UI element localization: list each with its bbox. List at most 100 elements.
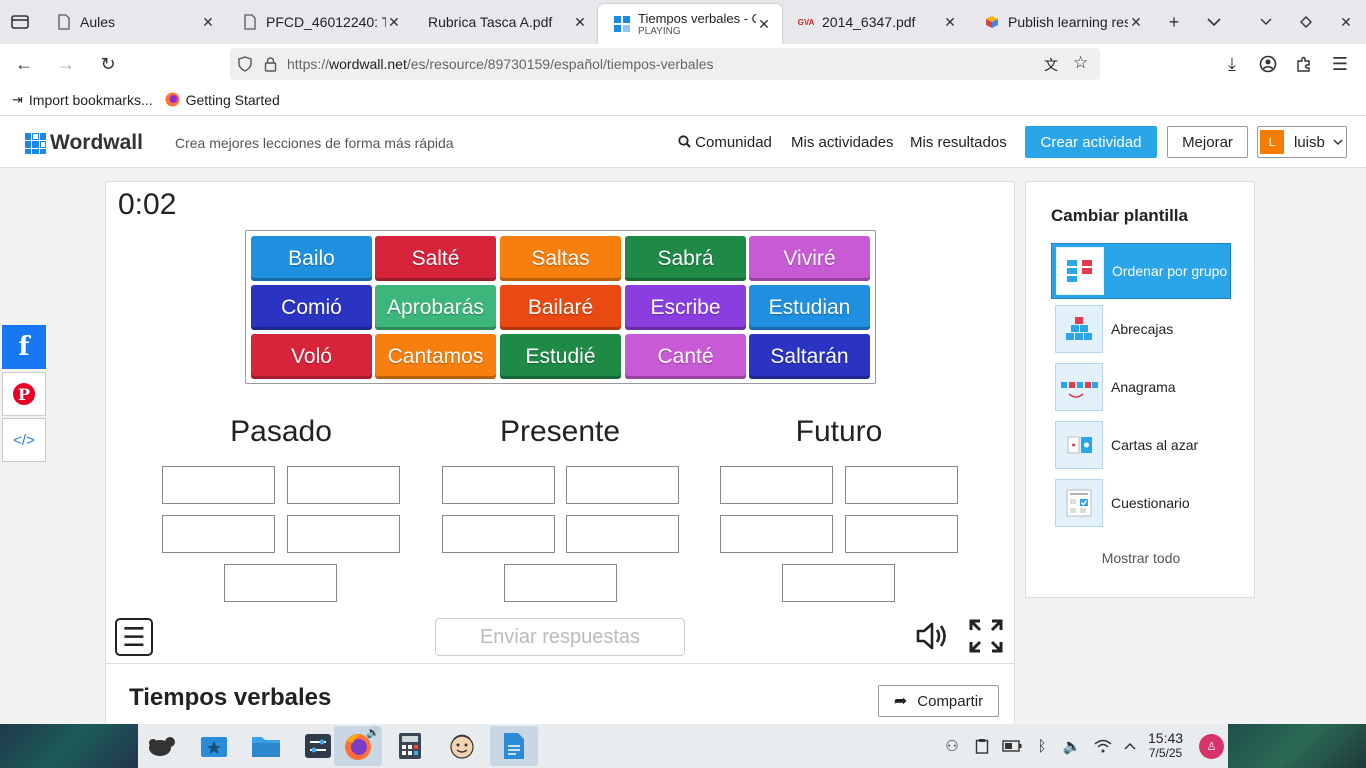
game-menu-button[interactable]: ☰ [115, 618, 153, 656]
drop-slot[interactable] [845, 466, 958, 504]
battery-icon[interactable] [1000, 734, 1024, 758]
maximize-button[interactable] [1286, 0, 1326, 44]
task-app-firefox[interactable]: 🔊 [334, 726, 382, 766]
word-tile[interactable]: Saltas [500, 236, 621, 281]
template-anagrama[interactable]: Anagrama [1051, 359, 1231, 415]
drop-slot[interactable] [782, 564, 895, 602]
account-button[interactable] [1250, 46, 1286, 82]
wifi-icon[interactable] [1091, 734, 1115, 758]
app-launcher-button[interactable] [138, 726, 186, 766]
template-abrecajas[interactable]: Abrecajas [1051, 301, 1231, 357]
word-tile[interactable]: Cantamos [375, 334, 496, 379]
drop-slot[interactable] [287, 466, 400, 504]
tab-overview-button[interactable] [0, 0, 40, 44]
drop-slot[interactable] [162, 515, 275, 553]
drop-slot[interactable] [224, 564, 337, 602]
star-icon[interactable]: ☆ [1073, 53, 1088, 73]
wordwall-logo[interactable]: Wordwall [25, 131, 143, 155]
template-ordenar-por-grupo[interactable]: Ordenar por grupo [1051, 243, 1231, 299]
tab-2014-pdf[interactable]: GVA 2014_6347.pdf ✕ [782, 0, 968, 44]
tab-aules[interactable]: Aules ✕ [40, 0, 226, 44]
drop-slot[interactable] [442, 515, 555, 553]
pinterest-share-button[interactable]: P [2, 372, 46, 416]
my-results-link[interactable]: Mis resultados [910, 134, 1007, 151]
sound-button[interactable] [914, 618, 950, 654]
close-icon[interactable]: ✕ [572, 14, 588, 31]
word-tile[interactable]: Escribe [625, 285, 746, 330]
back-button[interactable]: ← [6, 46, 42, 82]
reload-button[interactable]: ↻ [90, 46, 126, 82]
tab-rubrica[interactable]: Rubrica Tasca A.pdf ✕ [412, 0, 598, 44]
forward-button[interactable]: → [48, 46, 84, 82]
downloads-button[interactable]: ⤓ [1214, 46, 1250, 82]
user-switcher-icon[interactable]: ♙ [1199, 734, 1224, 759]
word-tile[interactable]: Viviré [749, 236, 870, 281]
share-button[interactable]: ➦ Compartir [878, 685, 999, 717]
drop-slot[interactable] [566, 466, 679, 504]
drop-slot[interactable] [720, 466, 833, 504]
word-tile[interactable]: Voló [251, 334, 372, 379]
create-activity-button[interactable]: Crear actividad [1025, 126, 1157, 158]
url-text[interactable]: https://wordwall.net/es/resource/8973015… [287, 56, 714, 72]
system-clock[interactable]: 15:43 7/5/25 [1148, 731, 1183, 759]
template-cuestionario[interactable]: Cuestionario [1051, 475, 1231, 531]
close-window-button[interactable]: ✕ [1326, 0, 1366, 44]
tab-tiempos-verbales[interactable]: Tiempos verbales - C PLAYING ✕ [598, 4, 782, 44]
tab-publish[interactable]: Publish learning res ✕ [968, 0, 1154, 44]
minimize-button[interactable] [1246, 0, 1286, 44]
clipboard-icon[interactable] [970, 734, 994, 758]
close-icon[interactable]: ✕ [1128, 14, 1144, 31]
close-icon[interactable]: ✕ [942, 14, 958, 31]
tab-list-button[interactable] [1194, 0, 1234, 44]
word-tile[interactable]: Comió [251, 285, 372, 330]
bookmark-import[interactable]: ⇥ Import bookmarks... [12, 92, 153, 108]
word-tile[interactable]: Estudié [500, 334, 621, 379]
volume-icon[interactable]: 🔈 [1060, 734, 1084, 758]
word-tile[interactable]: Salté [375, 236, 496, 281]
task-app-files[interactable] [242, 726, 290, 766]
new-tab-button[interactable]: + [1154, 0, 1194, 44]
word-tile[interactable]: Sabrá [625, 236, 746, 281]
task-app-calculator[interactable] [386, 726, 434, 766]
close-icon[interactable]: ✕ [200, 14, 216, 31]
submit-answers-button[interactable]: Enviar respuestas [435, 618, 685, 656]
facebook-share-button[interactable]: f [2, 325, 46, 369]
extensions-button[interactable] [1286, 46, 1322, 82]
drop-slot[interactable] [442, 466, 555, 504]
word-tile[interactable]: Estudian [749, 285, 870, 330]
community-link[interactable]: Comunidad [678, 134, 772, 151]
url-bar[interactable]: https://wordwall.net/es/resource/8973015… [230, 48, 1100, 80]
diamond-icon [1300, 16, 1312, 28]
close-icon[interactable]: ✕ [386, 14, 402, 31]
word-tile[interactable]: Bailaré [500, 285, 621, 330]
embed-button[interactable]: </> [2, 418, 46, 462]
word-tile[interactable]: Saltarán [749, 334, 870, 379]
drop-slot[interactable] [566, 515, 679, 553]
kde-connect-icon[interactable]: ⚇ [940, 734, 964, 758]
tab-pfcd[interactable]: PFCD_46012240: Tas ✕ [226, 0, 412, 44]
user-name: luisb [1294, 133, 1325, 151]
translate-icon[interactable]: 文 [1044, 55, 1058, 75]
bookmark-getting-started[interactable]: Getting Started [165, 92, 280, 108]
task-app-favorites[interactable] [190, 726, 238, 766]
drop-slot[interactable] [720, 515, 833, 553]
user-menu[interactable]: L luisb [1257, 126, 1347, 158]
word-tile[interactable]: Canté [625, 334, 746, 379]
bluetooth-icon[interactable]: ᛒ [1030, 734, 1054, 758]
close-icon[interactable]: ✕ [756, 16, 772, 33]
tray-expand-icon[interactable] [1118, 734, 1142, 758]
drop-slot[interactable] [287, 515, 400, 553]
template-cartas-al-azar[interactable]: Cartas al azar [1051, 417, 1231, 473]
task-app-documents[interactable] [490, 726, 538, 766]
word-tile[interactable]: Aprobarás [375, 285, 496, 330]
upgrade-button[interactable]: Mejorar [1167, 126, 1248, 158]
fullscreen-button[interactable] [968, 618, 1004, 654]
drop-slot[interactable] [504, 564, 617, 602]
drop-slot[interactable] [845, 515, 958, 553]
word-tile[interactable]: Bailo [251, 236, 372, 281]
drop-slot[interactable] [162, 466, 275, 504]
my-activities-link[interactable]: Mis actividades [791, 134, 894, 151]
app-menu-button[interactable]: ☰ [1322, 46, 1358, 82]
task-app-kid[interactable] [438, 726, 486, 766]
show-all-link[interactable]: Mostrar todo [1026, 550, 1256, 566]
